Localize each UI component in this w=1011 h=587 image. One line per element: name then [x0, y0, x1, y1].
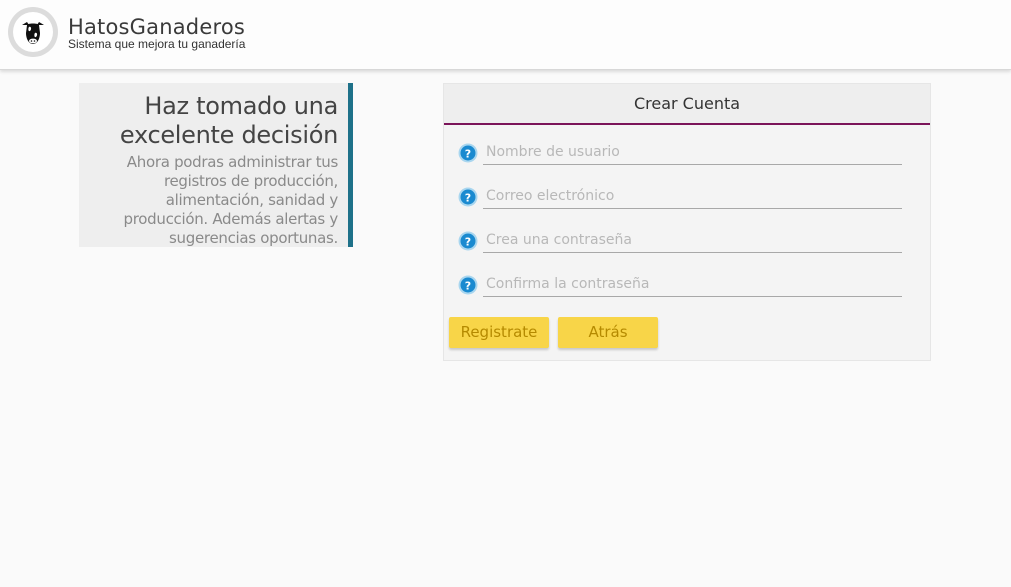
- password-field-row: ?: [458, 228, 903, 254]
- help-icon[interactable]: ?: [458, 143, 478, 163]
- svg-text:?: ?: [465, 279, 471, 292]
- info-body: Ahora podras administrar tus registros d…: [123, 153, 339, 247]
- email-input[interactable]: [483, 184, 902, 209]
- create-account-card: Crear Cuenta ? ? ? ? Registra: [443, 83, 931, 361]
- svg-text:?: ?: [465, 147, 471, 160]
- email-field-row: ?: [458, 184, 903, 210]
- logo-inner: [13, 12, 53, 52]
- svg-text:?: ?: [465, 191, 471, 204]
- help-icon[interactable]: ?: [458, 187, 478, 207]
- confirm-password-input[interactable]: [483, 272, 902, 297]
- brand-subtitle: Sistema que mejora tu ganadería: [68, 37, 246, 51]
- username-input[interactable]: [483, 140, 902, 165]
- username-field-row: ?: [458, 140, 903, 166]
- password-input[interactable]: [483, 228, 902, 253]
- info-heading: Haz tomado una excelente decisión: [119, 92, 338, 149]
- svg-text:?: ?: [465, 235, 471, 248]
- register-button[interactable]: Registrate: [449, 317, 549, 348]
- back-button[interactable]: Atrás: [558, 317, 658, 348]
- info-panel: Haz tomado una excelente decisión Ahora …: [79, 83, 353, 247]
- brand-logo[interactable]: [8, 7, 58, 57]
- confirm-password-field-row: ?: [458, 272, 903, 298]
- help-icon[interactable]: ?: [458, 231, 478, 251]
- top-header: HatosGanaderos Sistema que mejora tu gan…: [0, 0, 1011, 70]
- cow-icon: [22, 22, 44, 44]
- card-title: Crear Cuenta: [444, 84, 930, 125]
- brand-title: HatosGanaderos: [68, 15, 246, 39]
- help-icon[interactable]: ?: [458, 275, 478, 295]
